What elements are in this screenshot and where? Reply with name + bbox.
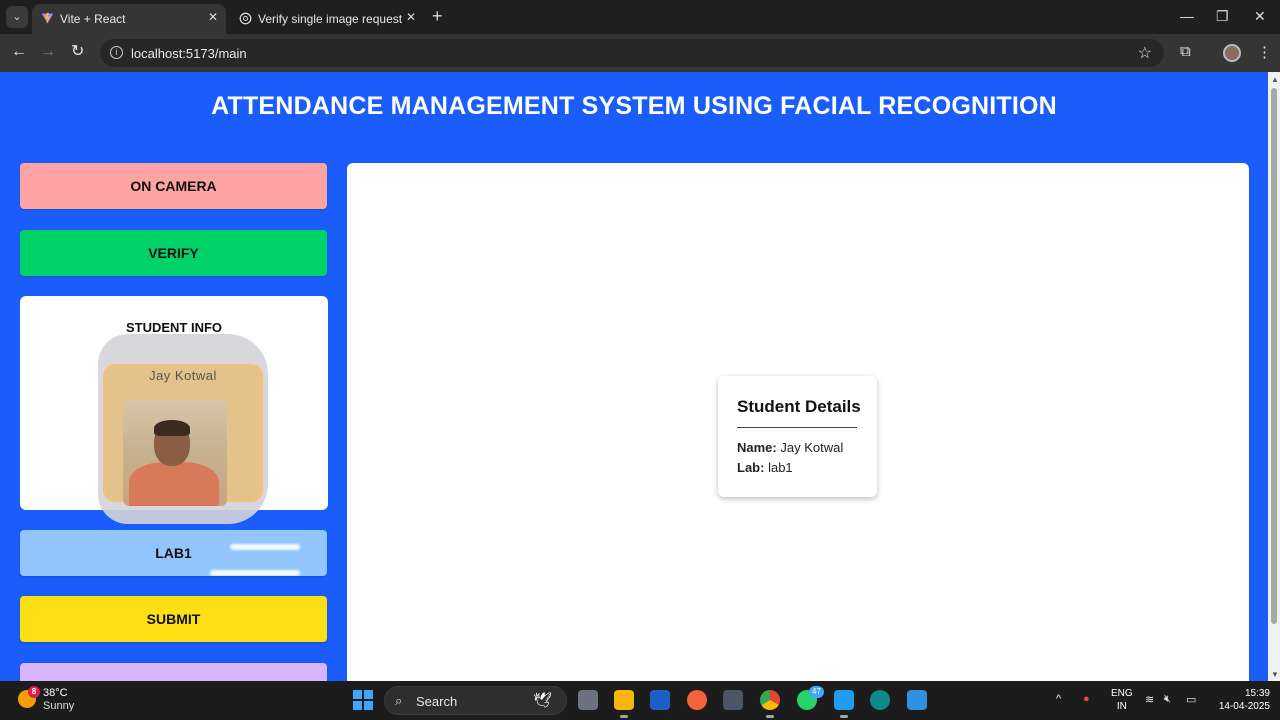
language-indicator[interactable]: ENG IN [1111,687,1133,713]
details-name-row: Name: Jay Kotwal [737,440,843,455]
student-photo [123,400,227,506]
pigeon-icon: 🕊 [533,692,553,709]
on-camera-button[interactable]: ON CAMERA [20,163,327,209]
vite-icon [41,12,54,25]
chrome-icon[interactable] [760,690,780,718]
student-photo-sticker: Jay Kotwal [98,314,268,524]
volume-muted-icon[interactable]: 🔇︎ [1164,693,1171,706]
tab-search-button[interactable]: ⌄ [6,6,28,28]
main-content-panel: Student Details Name: Jay Kotwal Lab: la… [347,163,1249,681]
clock-time: 15:39 [1244,688,1270,699]
new-tab-button[interactable]: + [432,6,443,26]
search-label: Search [416,694,458,709]
tab-title: Verify single image request [258,12,403,26]
calculator-icon[interactable] [723,690,743,710]
windows-start-icon[interactable] [353,690,373,710]
edge-icon[interactable] [870,690,890,710]
scroll-down-icon[interactable]: ▼ [1271,670,1279,679]
weather-temp[interactable]: 38°C [43,687,68,699]
details-heading: Student Details [737,397,861,416]
lab-label: LAB1 [155,545,192,561]
vscode-icon[interactable] [834,690,854,718]
submit-button[interactable]: SUBMIT [20,596,327,642]
name-value: Jay Kotwal [780,440,844,455]
bookmark-star-icon[interactable]: ☆ [1138,43,1152,63]
wifi-icon[interactable]: ≋ [1145,693,1154,706]
close-icon[interactable]: ✕ [406,10,416,24]
photos-icon[interactable] [907,690,927,710]
clock-date: 14-04-2025 [1218,701,1270,712]
windows-taskbar: 8 38°C Sunny ⌕ Search 🕊 47 ^ ● ENG IN ≋ … [0,681,1280,720]
chevron-up-icon[interactable]: ^ [1056,693,1061,705]
taskbar-search[interactable]: ⌕ Search 🕊 [384,686,567,715]
verify-button[interactable]: VERIFY [20,230,327,276]
divider [737,427,857,428]
restore-icon[interactable]: ❐ [1216,8,1229,25]
weather-condition[interactable]: Sunny [43,700,74,712]
globe-icon [239,12,252,25]
scroll-up-icon[interactable]: ▲ [1271,75,1279,84]
menu-dots-icon[interactable]: ⋮ [1257,43,1272,61]
browser-toolbar: ← → ↻ i localhost:5173/main ☆ ⧉ ⋮ [0,34,1280,72]
back-arrow-icon[interactable]: ← [11,43,27,61]
page-title: ATTENDANCE MANAGEMENT SYSTEM USING FACIA… [211,92,1057,120]
forward-arrow-icon[interactable]: → [40,43,56,61]
tab-verify-request[interactable]: Verify single image request ✕ [230,4,424,34]
student-info-card: STUDENT INFO Jay Kotwal [20,296,328,524]
extensions-icon[interactable]: ⧉ [1180,43,1191,60]
network-alert-icon[interactable]: ● [1083,693,1090,705]
search-icon: ⌕ [395,693,403,708]
task-view-icon[interactable] [578,690,598,710]
partial-button[interactable] [20,663,327,681]
browser-tab-strip: ⌄ Vite + React ✕ Verify single image req… [0,0,1280,34]
address-bar[interactable]: i localhost:5173/main ☆ [100,39,1164,67]
details-lab-row: Lab: lab1 [737,460,793,475]
scroll-thumb[interactable] [1271,88,1277,624]
profile-avatar[interactable] [1223,44,1241,62]
system-clock[interactable]: 15:39 14-04-2025 [1206,687,1270,713]
reload-icon[interactable]: ↻ [71,43,84,61]
pencil-app-icon[interactable] [687,690,707,710]
minimize-icon[interactable]: — [1180,8,1194,24]
tab-title: Vite + React [60,12,126,26]
tab-vite-react[interactable]: Vite + React ✕ [32,4,226,34]
whatsapp-badge: 47 [809,686,824,698]
lab-select-button[interactable]: LAB1 [20,530,327,576]
weather-badge: 8 [28,686,40,698]
file-explorer-icon[interactable] [614,690,634,718]
student-details-card: Student Details Name: Jay Kotwal Lab: la… [718,376,877,497]
close-window-icon[interactable]: ✕ [1254,8,1266,25]
lab-label: Lab: [737,460,765,475]
battery-icon[interactable]: ▭ [1186,693,1196,706]
student-name-overlay: Jay Kotwal [149,368,217,383]
word-icon[interactable] [650,690,670,710]
app-page: ATTENDANCE MANAGEMENT SYSTEM USING FACIA… [0,72,1268,681]
lab-value: lab1 [768,460,793,475]
close-icon[interactable]: ✕ [208,10,218,24]
page-scrollbar[interactable]: ▲ ▼ [1268,72,1280,681]
student-info-heading: STUDENT INFO [125,320,223,335]
region-code: IN [1116,701,1127,712]
site-info-icon[interactable]: i [110,46,123,59]
language-code: ENG [1111,688,1133,699]
url-text[interactable]: localhost:5173/main [131,46,247,61]
name-label: Name: [737,440,777,455]
